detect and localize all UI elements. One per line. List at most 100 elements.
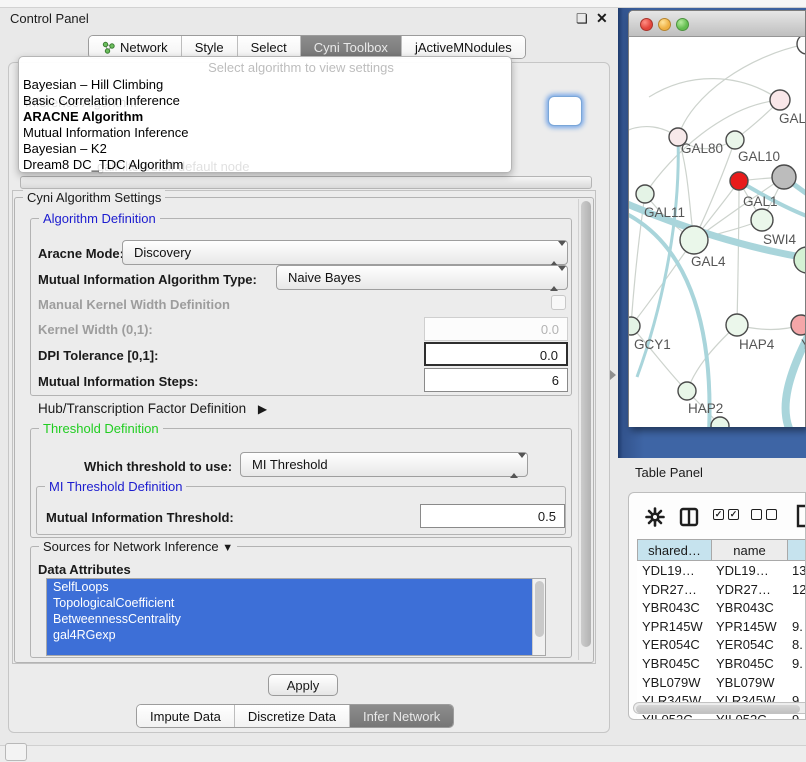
attribute-item[interactable]: TopologicalCoefficient — [47, 595, 545, 611]
expand-right-icon: ▶ — [258, 402, 267, 416]
tab-select[interactable]: Select — [238, 36, 301, 58]
table-cell: YBL079W — [637, 673, 711, 692]
mi-type-select[interactable]: Naive Bayes — [276, 265, 568, 290]
network-node-gal10[interactable] — [726, 131, 744, 149]
sources-toggle[interactable]: Sources for Network Inference ▼ — [39, 539, 237, 554]
network-node[interactable] — [797, 37, 805, 54]
list-item-partial[interactable] — [47, 643, 545, 656]
algorithm-option[interactable]: Basic Correlation Inference — [23, 93, 507, 109]
table-row[interactable]: YBR045CYBR045C9. — [637, 654, 806, 673]
node-label: SWI4 — [763, 232, 796, 247]
checked-pair-icon[interactable]: ✓✓ — [713, 509, 739, 520]
attribute-list: SelfLoopsTopologicalCoefficientBetweenne… — [46, 578, 546, 656]
table-row[interactable]: YDR27…YDR27…12 — [637, 580, 806, 599]
tab-jactivemnodules[interactable]: jActiveMNodules — [402, 36, 525, 58]
tab-style[interactable]: Style — [182, 36, 238, 58]
attribute-item[interactable]: gal4RGexp — [47, 627, 545, 643]
table-cell: 8. — [787, 635, 806, 654]
kernel-width-field[interactable]: 0.0 — [424, 317, 568, 341]
tab-discretize-data[interactable]: Discretize Data — [235, 705, 350, 727]
table-row[interactable]: YDL19…YDL19…13 — [637, 561, 806, 580]
algorithm-option[interactable]: ARACNE Algorithm — [23, 109, 507, 125]
gear-icon[interactable] — [645, 507, 665, 527]
network-node-gcy1[interactable] — [629, 317, 640, 335]
algorithm-option[interactable]: Bayesian – Hill Climbing — [23, 77, 507, 93]
collapsed-header-bar[interactable] — [20, 176, 592, 189]
node-label: HAP4 — [739, 337, 775, 352]
aracne-mode-select[interactable]: Discovery — [122, 240, 568, 265]
apply-button[interactable]: Apply — [268, 674, 338, 696]
algorithm-list: Bayesian – Hill ClimbingBasic Correlatio… — [23, 77, 507, 173]
unchecked-pair-icon[interactable] — [751, 509, 777, 520]
network-node[interactable] — [772, 165, 796, 189]
network-edge — [737, 181, 739, 325]
tab-impute-data[interactable]: Impute Data — [137, 705, 235, 727]
network-node-gal7[interactable] — [770, 90, 790, 110]
control-panel-title: Control Panel — [10, 11, 89, 26]
tab-network[interactable]: Network — [89, 36, 182, 58]
float-window-icon[interactable]: ❏ — [576, 11, 588, 27]
table-horizontal-scrollbar[interactable] — [633, 702, 806, 714]
table-cell: YPR145W — [711, 617, 787, 636]
algorithm-option[interactable]: Dream8 DC_TDC Algorithm — [23, 157, 507, 173]
group-title: Threshold Definition — [39, 421, 163, 436]
table-row[interactable]: YBL079WYBL079W — [637, 673, 806, 692]
table-cell: YER054C — [711, 635, 787, 654]
network-node-hap4[interactable] — [726, 314, 748, 336]
close-traffic-light-icon[interactable] — [640, 18, 653, 31]
hub-definition-toggle[interactable]: Hub/Transcription Factor Definition ▶ — [38, 401, 267, 416]
zoom-traffic-light-icon[interactable] — [676, 18, 689, 31]
which-threshold-select[interactable]: MI Threshold — [240, 452, 528, 477]
tab-infer-network[interactable]: Infer Network — [350, 705, 453, 727]
table-row[interactable]: YER054CYER054C8. — [637, 635, 806, 654]
table-cell — [787, 673, 806, 692]
mi-steps-field[interactable]: 6 — [424, 368, 568, 392]
close-icon[interactable]: ✕ — [596, 10, 608, 27]
table-row[interactable]: YBR043CYBR043C — [637, 598, 806, 617]
table-cell: YBR045C — [711, 654, 787, 673]
mi-steps-label: Mutual Information Steps: — [38, 374, 198, 389]
attribute-item[interactable]: SelfLoops — [47, 579, 545, 595]
mi-threshold-field[interactable]: 0.5 — [420, 504, 565, 528]
settings-scrollbar[interactable] — [578, 199, 593, 660]
column-header[interactable]: A — [788, 540, 806, 560]
network-canvas[interactable]: GAL7GAL80GAL10GAL11GAL1SWI4GAL4GCY1HAP4Y… — [629, 37, 805, 427]
table-row[interactable]: YPR145WYPR145W9. — [637, 617, 806, 636]
algorithm-option[interactable]: Bayesian – K2 — [23, 141, 507, 157]
attribute-list-scrollbar[interactable] — [532, 579, 545, 655]
minimize-traffic-light-icon[interactable] — [658, 18, 671, 31]
tab-cyni-toolbox[interactable]: Cyni Toolbox — [301, 36, 402, 58]
table-panel-title: Table Panel — [635, 465, 703, 480]
node-label: GAL4 — [691, 254, 726, 269]
manual-kernel-label: Manual Kernel Width Definition — [38, 297, 230, 312]
network-node[interactable] — [730, 172, 748, 190]
network-node-gal11[interactable] — [636, 185, 654, 203]
attribute-item[interactable]: BetweennessCentrality — [47, 611, 545, 627]
panel-divider-handle[interactable] — [610, 370, 616, 380]
network-node-swi4[interactable] — [794, 247, 805, 273]
network-node-gal4[interactable] — [680, 226, 708, 254]
collapsed-panel-button[interactable] — [5, 743, 27, 761]
column-header[interactable]: shared… — [638, 540, 712, 560]
network-node-hap2[interactable] — [678, 382, 696, 400]
document-icon[interactable] — [796, 504, 806, 528]
table-cell: 9. — [787, 617, 806, 636]
network-node-y[interactable] — [791, 315, 805, 335]
network-window-titlebar[interactable] — [629, 11, 805, 37]
algorithm-combo-focus-fragment[interactable] — [548, 96, 582, 126]
columns-icon[interactable] — [679, 507, 699, 527]
algorithm-option[interactable]: Mutual Information Inference — [23, 125, 507, 141]
table-toolbar: ✓✓ — [629, 493, 805, 535]
combo-arrows-icon — [510, 458, 518, 473]
column-header[interactable]: name — [712, 540, 788, 560]
group-title: Algorithm Definition — [39, 211, 160, 226]
node-label: GAL11 — [644, 205, 685, 220]
algorithm-dropdown: Select algorithm to view settings Infere… — [18, 56, 512, 173]
manual-kernel-checkbox[interactable] — [551, 295, 566, 310]
network-edge — [687, 325, 737, 391]
network-node-gal1[interactable] — [751, 209, 773, 231]
combo-arrows-icon — [550, 271, 558, 286]
node-label: GCY1 — [634, 337, 671, 352]
dpi-tolerance-field[interactable]: 0.0 — [424, 342, 568, 366]
aracne-mode-label: Aracne Mode: — [38, 246, 124, 261]
